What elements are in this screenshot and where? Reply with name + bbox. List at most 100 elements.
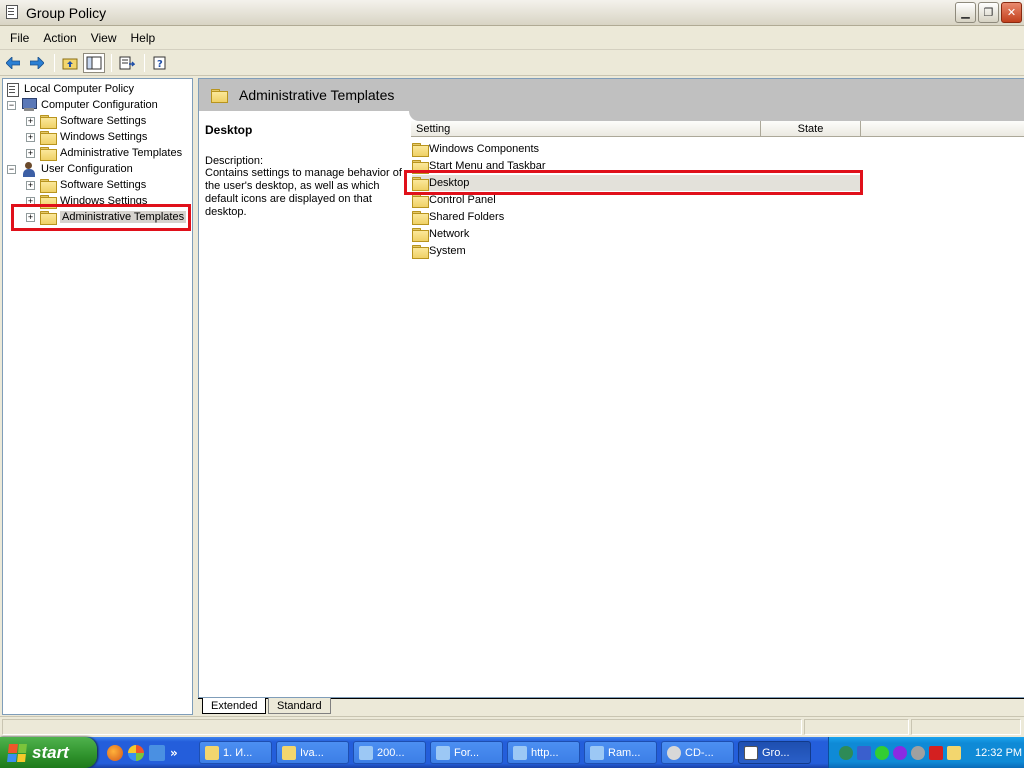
status-cell	[911, 719, 1021, 735]
task-button-group-policy[interactable]: Gro...	[738, 741, 811, 764]
restore-button[interactable]: ❐	[978, 2, 999, 23]
tab-extended[interactable]: Extended	[202, 698, 267, 714]
forward-button[interactable]	[26, 53, 48, 73]
task-button-2[interactable]: Iva...	[276, 741, 349, 764]
security-check-icon[interactable]	[875, 745, 889, 760]
tree-computer-configuration[interactable]: − Computer Configuration	[7, 97, 158, 113]
show-hide-tree-icon	[86, 56, 102, 70]
pencil-icon[interactable]	[947, 745, 961, 760]
task-button-3[interactable]: 200...	[353, 741, 426, 764]
settings-icon[interactable]	[893, 745, 907, 760]
list-item[interactable]: Network	[412, 226, 469, 242]
column-header-state[interactable]: State	[761, 121, 861, 136]
windows-logo-icon	[7, 743, 27, 762]
folder-icon	[40, 179, 57, 193]
tree-user-configuration[interactable]: − User Configuration	[7, 161, 133, 177]
back-button[interactable]	[2, 53, 24, 73]
tree-item-label: Windows Settings	[60, 131, 148, 143]
list-item[interactable]: System	[412, 243, 466, 259]
group-policy-app-icon[interactable]	[4, 4, 22, 22]
folder-icon	[412, 211, 429, 225]
task-label: http...	[531, 746, 559, 759]
console-tree[interactable]: Local Computer Policy − Computer Configu…	[2, 78, 193, 715]
taskbar: start » 1. И... Iva... 200... For... htt…	[0, 737, 1024, 768]
window-controls: ▁ ❐ ✕	[955, 2, 1022, 23]
up-folder-icon	[62, 58, 78, 70]
export-list-button[interactable]	[116, 53, 138, 73]
internet-explorer-icon	[359, 745, 373, 760]
details-header-title: Administrative Templates	[239, 87, 395, 103]
menu-action[interactable]: Action	[36, 29, 83, 47]
minimize-button[interactable]: ▁	[955, 2, 976, 23]
description-panel: Desktop Description: Contains settings t…	[205, 123, 407, 219]
expand-icon[interactable]: +	[26, 180, 35, 190]
expand-icon[interactable]: +	[26, 148, 35, 158]
window-title: Group Policy	[26, 4, 107, 21]
expand-icon[interactable]: +	[26, 116, 35, 126]
folder-icon	[282, 745, 296, 760]
monitor-icon[interactable]	[857, 745, 871, 760]
folder-icon	[412, 228, 429, 242]
description-label: Description:	[205, 155, 264, 167]
disc-icon[interactable]	[911, 745, 925, 760]
pencil-icon	[205, 745, 219, 760]
folder-icon	[211, 89, 228, 103]
task-button-1[interactable]: 1. И...	[199, 741, 272, 764]
menu-file[interactable]: File	[3, 29, 36, 47]
task-button-7[interactable]: CD-...	[661, 741, 734, 764]
task-button-5[interactable]: http...	[507, 741, 580, 764]
status-bar	[0, 716, 1024, 736]
list-item-label: Network	[429, 228, 470, 240]
quick-launch-more-icon[interactable]: »	[170, 746, 178, 760]
policy-icon	[744, 745, 758, 760]
menu-view[interactable]: View	[84, 29, 124, 47]
folder-icon	[40, 115, 57, 129]
menu-help[interactable]: Help	[124, 29, 163, 47]
list-item[interactable]: Shared Folders	[412, 209, 504, 225]
task-label: For...	[454, 746, 480, 759]
quick-launch: »	[107, 744, 199, 761]
collapse-icon[interactable]: −	[7, 164, 16, 174]
firefox-icon[interactable]	[107, 744, 123, 761]
task-label: Ram...	[608, 746, 641, 759]
tree-computer-software-settings[interactable]: + Software Settings	[26, 113, 146, 129]
toolbar-separator	[144, 54, 145, 72]
column-header-setting[interactable]: Setting	[411, 121, 761, 136]
help-button[interactable]: ?	[149, 53, 171, 73]
tree-root-label: Local Computer Policy	[24, 83, 135, 95]
tree-computer-windows-settings[interactable]: + Windows Settings	[26, 129, 147, 145]
tab-standard[interactable]: Standard	[268, 698, 331, 714]
tree-computer-administrative-templates[interactable]: + Administrative Templates	[26, 145, 182, 161]
list-item-label: Shared Folders	[429, 211, 505, 223]
highlight-box	[404, 170, 863, 195]
header-band	[409, 111, 1024, 121]
list-header: Setting State	[411, 121, 1024, 137]
close-button[interactable]: ✕	[1001, 2, 1022, 23]
task-button-6[interactable]: Ram...	[584, 741, 657, 764]
help-icon: ?	[153, 56, 166, 70]
folder-icon	[412, 245, 429, 259]
windows-media-icon[interactable]	[128, 744, 144, 761]
forward-arrow-icon	[30, 57, 44, 69]
list-item-label: System	[429, 245, 466, 257]
task-label: Gro...	[762, 746, 790, 759]
network-icon[interactable]	[839, 745, 853, 760]
tree-user-software-settings[interactable]: + Software Settings	[26, 177, 146, 193]
expand-icon[interactable]: +	[26, 132, 35, 142]
antivirus-icon[interactable]	[929, 745, 943, 760]
internet-explorer-icon	[513, 745, 527, 760]
list-item[interactable]: Windows Components	[412, 141, 539, 157]
toolbar: ?	[0, 51, 1024, 76]
internet-explorer-icon[interactable]	[149, 744, 165, 761]
tree-item-label: Software Settings	[60, 115, 147, 127]
clock[interactable]: 12:32 PM	[975, 747, 1022, 759]
task-button-4[interactable]: For...	[430, 741, 503, 764]
start-button[interactable]: start	[0, 737, 97, 768]
collapse-icon[interactable]: −	[7, 100, 16, 110]
svg-text:?: ?	[157, 59, 163, 70]
up-one-level-button[interactable]	[59, 53, 81, 73]
computer-icon	[21, 98, 37, 112]
folder-icon	[40, 147, 57, 161]
tree-root[interactable]: Local Computer Policy	[5, 81, 134, 97]
show-hide-tree-button[interactable]	[83, 53, 105, 73]
